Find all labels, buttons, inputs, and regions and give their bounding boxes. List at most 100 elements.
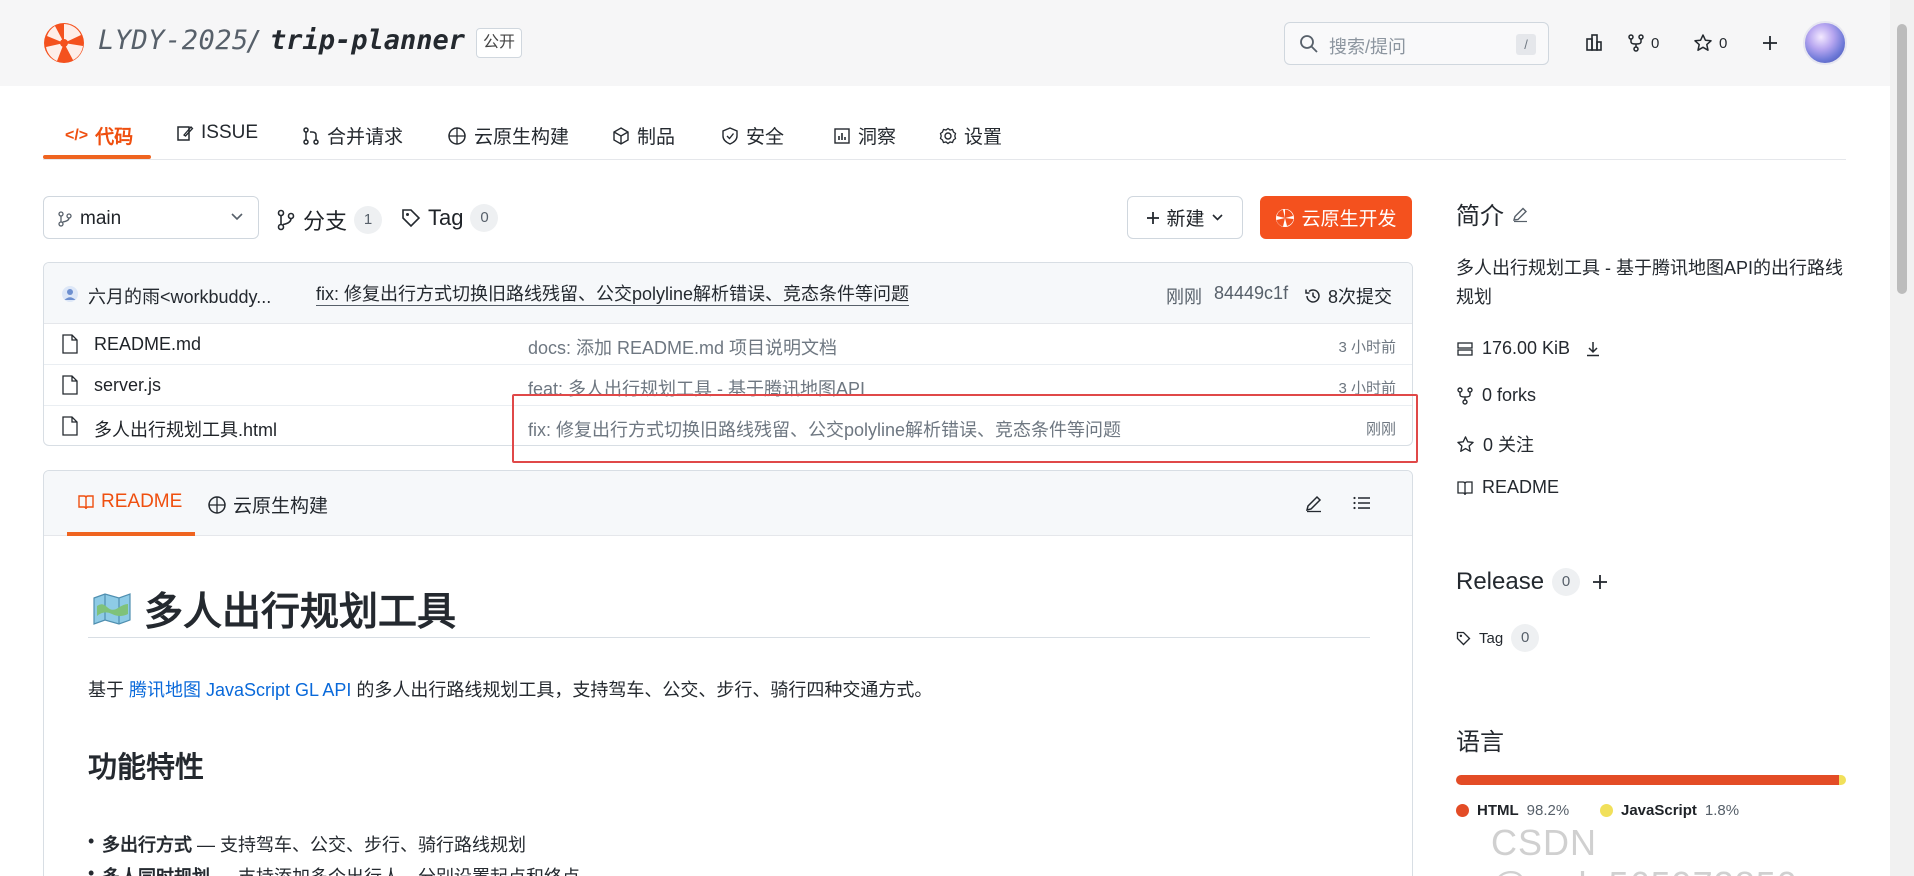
- edit-pencil-icon[interactable]: [1512, 205, 1530, 223]
- language-color-dot: [1600, 804, 1613, 817]
- language-bar-segment: [1456, 775, 1839, 785]
- tab-cloud-build[interactable]: 云原生构建: [447, 122, 569, 149]
- readme-panel: README 云原生构建 多人出行规划工具 基于 腾讯地图 JavaScript…: [43, 470, 1413, 876]
- search-placeholder: 搜索/提问: [1329, 37, 1407, 57]
- about-title: 简介: [1456, 203, 1504, 230]
- features-heading: 功能特性: [88, 752, 205, 784]
- repo-owner-link[interactable]: LYDY-2025: [98, 25, 249, 56]
- tags-count: 0: [470, 204, 499, 232]
- tab-settings-label: 设置: [964, 127, 1003, 148]
- file-commit-message[interactable]: docs: 添加 README.md 项目说明文档: [528, 334, 837, 360]
- scrollbar-thumb[interactable]: [1897, 24, 1907, 294]
- tab-issue[interactable]: ISSUE: [176, 122, 258, 144]
- file-row[interactable]: README.md docs: 添加 README.md 项目说明文档 3 小时…: [44, 324, 1412, 365]
- forks-value: 0 forks: [1482, 385, 1537, 405]
- readme-intro: 基于 腾讯地图 JavaScript GL API 的多人出行路线规划工具，支持…: [88, 676, 932, 702]
- tab-readme-build-label: 云原生构建: [233, 496, 329, 517]
- storage-icon: [1457, 341, 1473, 356]
- pinwheel-icon: [1276, 208, 1295, 227]
- tab-readme[interactable]: README: [77, 491, 182, 513]
- tab-artifacts-label: 制品: [637, 127, 676, 148]
- file-name[interactable]: 多人出行规划工具.html: [94, 416, 277, 442]
- search-input[interactable]: 搜索/提问 /: [1284, 22, 1549, 65]
- repo-description: 多人出行规划工具 - 基于腾讯地图API的出行路线规划: [1456, 258, 1844, 307]
- branches-link[interactable]: 分支 1: [276, 204, 383, 236]
- tab-security-label: 安全: [746, 127, 785, 148]
- path-separator: /: [245, 24, 262, 57]
- package-icon: [613, 126, 629, 145]
- readme-title-text: 多人出行规划工具: [144, 590, 457, 634]
- tab-cloud-build-label: 云原生构建: [474, 127, 570, 148]
- tag-icon: [1456, 631, 1471, 645]
- list-icon[interactable]: [1352, 493, 1372, 513]
- tab-security[interactable]: 安全: [721, 122, 784, 149]
- commit-message-link[interactable]: fix: 修复出行方式切换旧路线残留、公交polyline解析错误、竞态条件等问…: [316, 283, 910, 306]
- sidebar-tag-label: Tag: [1479, 629, 1504, 647]
- cnb-logo-icon[interactable]: [43, 22, 85, 64]
- branch-selector[interactable]: main: [43, 196, 259, 239]
- user-avatar[interactable]: [1803, 21, 1847, 65]
- tab-settings[interactable]: 设置: [939, 122, 1002, 149]
- list-item: 多人同时规划 — 支持添加多个出行人，分别设置起点和终点: [88, 863, 580, 876]
- file-name[interactable]: README.md: [94, 334, 201, 355]
- tab-code-label: 代码: [95, 127, 134, 148]
- tab-insights[interactable]: 洞察: [833, 122, 896, 149]
- active-tab-indicator: [67, 532, 195, 536]
- repo-name-link[interactable]: trip-planner: [270, 25, 465, 56]
- languages-heading: 语言: [1456, 729, 1504, 756]
- commit-author[interactable]: 六月的雨<workbuddy...: [88, 283, 271, 309]
- language-percent: 1.8%: [1704, 802, 1740, 819]
- annotation-highlight-box: [512, 394, 1418, 463]
- readme-link[interactable]: README: [1456, 477, 1559, 498]
- fork-button[interactable]: 0: [1627, 30, 1659, 56]
- plus-icon: [1763, 36, 1777, 50]
- latest-commit-bar: 六月的雨<workbuddy... fix: 修复出行方式切换旧路线残留、公交p…: [44, 263, 1412, 324]
- top-header: LYDY-2025 / trip-planner 公开 搜索/提问 / 0 0: [0, 0, 1890, 86]
- chevron-down-icon: [1211, 214, 1223, 221]
- intro-suffix: 的多人出行路线规划工具，支持驾车、公交、步行、骑行四种交通方式。: [351, 680, 933, 700]
- cloud-dev-label: 云原生开发: [1301, 209, 1397, 230]
- file-icon: [62, 334, 78, 354]
- issue-edit-icon: [177, 126, 194, 141]
- tab-merge-requests[interactable]: 合并请求: [302, 122, 403, 149]
- watchers-value: 0 关注: [1483, 435, 1535, 455]
- edit-pencil-icon[interactable]: [1304, 493, 1324, 513]
- language-bar: [1456, 775, 1846, 785]
- commit-hash-link[interactable]: 84449c1f: [1214, 283, 1288, 304]
- language-javascript: JavaScript 1.8%: [1600, 802, 1739, 819]
- file-name[interactable]: server.js: [94, 375, 161, 396]
- file-icon: [62, 375, 78, 395]
- star-button[interactable]: 0: [1693, 30, 1727, 56]
- cloud-dev-button[interactable]: 云原生开发: [1260, 196, 1412, 239]
- commit-history-link[interactable]: 8次提交: [1304, 283, 1392, 309]
- tab-readme-label: README: [101, 491, 183, 512]
- tab-code[interactable]: </> 代码: [65, 122, 133, 149]
- readme-header: README 云原生构建: [44, 471, 1412, 536]
- language-bar-segment: [1838, 775, 1846, 785]
- release-title: Release: [1456, 568, 1545, 595]
- fork-icon: [1628, 34, 1644, 52]
- repo-overview-button[interactable]: [1584, 30, 1604, 56]
- tab-artifacts[interactable]: 制品: [612, 122, 675, 149]
- forks-link[interactable]: 0 forks: [1456, 385, 1536, 406]
- sidebar-tags-link[interactable]: Tag 0: [1456, 624, 1540, 652]
- feature-text: — 支持驾车、公交、步行、骑行路线规划: [192, 835, 527, 855]
- star-icon: [1457, 435, 1474, 452]
- map-emoji-icon: [93, 592, 131, 625]
- watchers-link[interactable]: 0 关注: [1456, 431, 1534, 457]
- list-item: 多出行方式 — 支持驾车、公交、步行、骑行路线规划: [88, 831, 527, 857]
- release-count: 0: [1552, 568, 1581, 596]
- file-icon: [62, 416, 78, 436]
- user-icon: [62, 286, 78, 302]
- history-icon: [1305, 289, 1320, 303]
- tab-insights-label: 洞察: [858, 127, 897, 148]
- language-name: JavaScript: [1621, 802, 1697, 819]
- download-icon[interactable]: [1584, 340, 1602, 358]
- tencent-map-link[interactable]: 腾讯地图 JavaScript GL API: [129, 680, 351, 700]
- tags-link[interactable]: Tag 0: [401, 204, 499, 232]
- page-scrollbar[interactable]: [1890, 0, 1914, 876]
- create-plus-button[interactable]: [1761, 30, 1779, 56]
- tab-readme-build[interactable]: 云原生构建: [207, 491, 328, 518]
- plus-icon[interactable]: [1592, 574, 1608, 590]
- new-button[interactable]: 新建: [1127, 196, 1243, 239]
